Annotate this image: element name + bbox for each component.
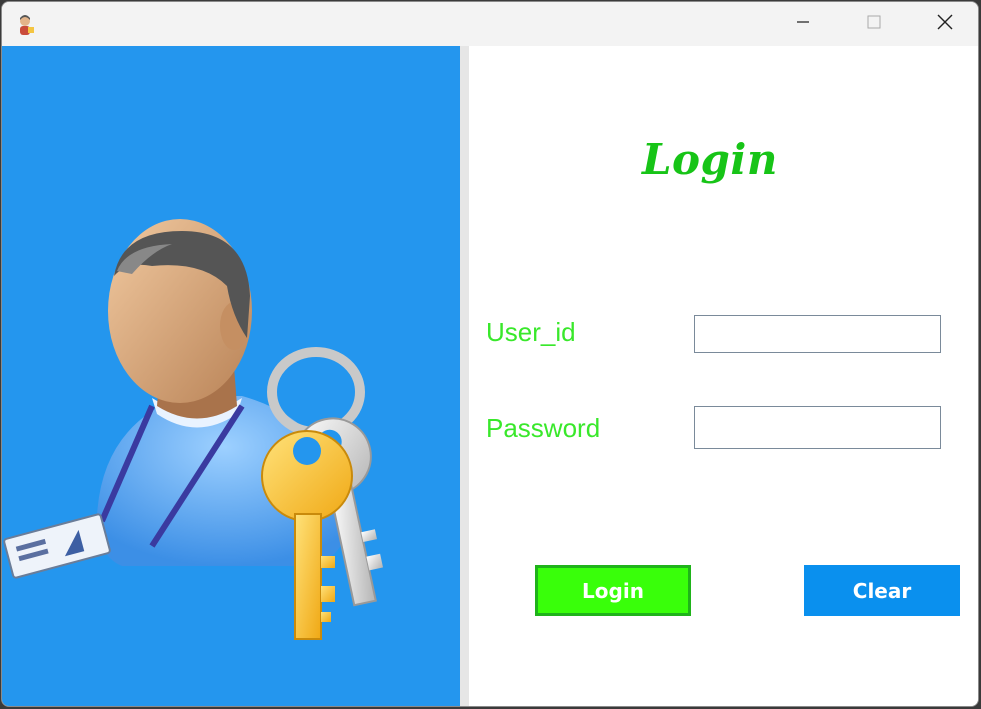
- close-button[interactable]: [910, 2, 978, 46]
- title-bar[interactable]: [2, 2, 978, 46]
- user-id-input[interactable]: [694, 315, 941, 353]
- login-button[interactable]: Login: [535, 565, 691, 616]
- panel-divider: [460, 46, 469, 706]
- app-icon: [14, 12, 36, 36]
- close-icon: [937, 14, 953, 35]
- login-title: Login: [642, 135, 778, 184]
- minimize-icon: [796, 15, 810, 34]
- illustration-panel: [2, 46, 460, 706]
- user-with-keys-icon: [3, 219, 384, 640]
- user-id-label: User_id: [486, 317, 576, 347]
- clear-button[interactable]: Clear: [804, 565, 960, 616]
- password-label: Password: [486, 413, 601, 443]
- maximize-button[interactable]: [839, 2, 909, 46]
- minimize-button[interactable]: [768, 2, 838, 46]
- password-input[interactable]: [694, 406, 941, 449]
- maximize-icon: [867, 15, 881, 34]
